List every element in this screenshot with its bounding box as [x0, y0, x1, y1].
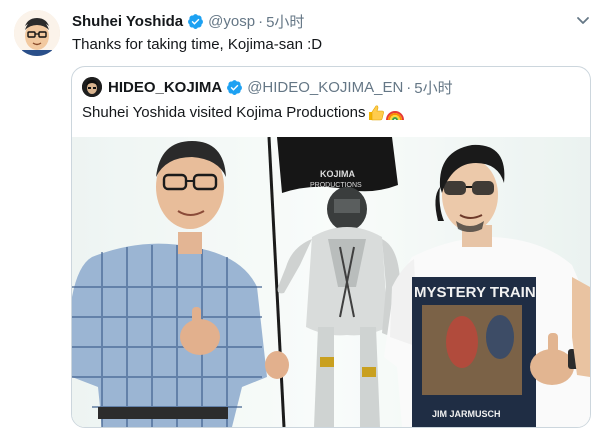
- quoted-tweet-header: HIDEO_KOJIMA @HIDEO_KOJIMA_EN · 5小时: [108, 77, 453, 97]
- verified-badge-icon: [227, 79, 243, 95]
- tweet-timestamp[interactable]: 5小时: [266, 11, 304, 32]
- flag-print-line2: PRODUCTIONS: [310, 182, 362, 189]
- shirt-print-credit: JIM JARMUSCH: [432, 409, 501, 419]
- rainbow-emoji: [385, 111, 404, 121]
- quoted-tweet[interactable]: HIDEO_KOJIMA @HIDEO_KOJIMA_EN · 5小时 Shuh…: [71, 66, 591, 428]
- tweet[interactable]: Shuhei Yoshida @yosp · 5小时 Thanks for ta…: [0, 0, 607, 434]
- separator-dot: ·: [406, 78, 412, 96]
- tweet-photo[interactable]: KOJIMA PRODUCTIONS MYSTERY TRAIN JIM JAR…: [72, 137, 590, 427]
- thumbs-up-emoji: [368, 105, 384, 121]
- quoted-author-handle[interactable]: @HIDEO_KOJIMA_EN: [247, 79, 403, 96]
- author-name[interactable]: Shuhei Yoshida: [72, 13, 183, 30]
- quoted-tweet-text: Shuhei Yoshida visited Kojima Production…: [82, 104, 366, 121]
- separator-dot: ·: [258, 12, 264, 30]
- quoted-tweet-text-row: Shuhei Yoshida visited Kojima Production…: [82, 103, 404, 123]
- quoted-author-name[interactable]: HIDEO_KOJIMA: [108, 79, 222, 96]
- flag-print-line1: KOJIMA: [320, 169, 356, 179]
- author-handle[interactable]: @yosp: [208, 13, 255, 30]
- verified-badge-icon: [188, 13, 204, 29]
- chevron-down-icon[interactable]: [575, 12, 591, 28]
- quoted-tweet-timestamp[interactable]: 5小时: [414, 77, 452, 98]
- shirt-print-title: MYSTERY TRAIN: [414, 284, 536, 301]
- author-avatar[interactable]: [14, 10, 60, 56]
- tweet-header: Shuhei Yoshida @yosp · 5小时: [72, 11, 304, 31]
- tweet-text: Thanks for taking time, Kojima-san :D: [72, 36, 323, 53]
- quoted-author-avatar[interactable]: [82, 77, 102, 97]
